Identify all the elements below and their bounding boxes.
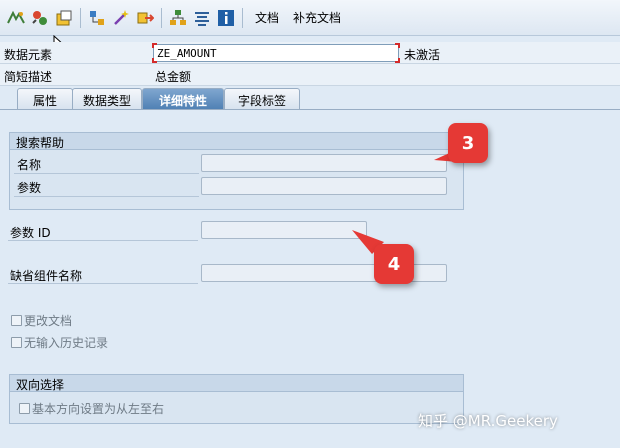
tab-label: 字段标签 xyxy=(237,94,286,108)
checkbox-box xyxy=(11,337,22,348)
toolbar-separator xyxy=(80,7,81,28)
watermark: 知乎 @MR.Geekery xyxy=(418,412,558,430)
data-element-row: 数据元素 ZE_AMOUNT 未激活 xyxy=(0,42,620,64)
no-input-history-label: 无输入历史记录 xyxy=(24,336,109,350)
tab-field-label[interactable]: 字段标签 xyxy=(224,88,300,110)
display-change-icon[interactable] xyxy=(30,8,50,28)
documentation-button[interactable]: 文档 xyxy=(255,9,279,26)
short-description-value: 总金额 xyxy=(155,70,192,84)
short-description-label: 简短描述 xyxy=(4,70,53,84)
tab-label: 属性 xyxy=(32,94,57,108)
toolbar-separator xyxy=(161,7,162,28)
tab-label: 数据类型 xyxy=(82,94,131,108)
no-input-history-checkbox[interactable]: 无输入历史记录 xyxy=(11,334,108,351)
application-toolbar: 文档 补充文档 xyxy=(0,0,620,36)
focus-corner xyxy=(395,43,400,48)
where-used-icon[interactable] xyxy=(87,8,107,28)
tab-label: 详细特性 xyxy=(158,94,207,108)
focus-corner xyxy=(152,58,157,63)
default-component-label: 缺省组件名称 xyxy=(10,269,83,283)
tab-attributes[interactable]: 属性 xyxy=(17,88,73,110)
activate-icon[interactable] xyxy=(54,8,74,28)
field-underline xyxy=(14,196,199,197)
tab-further-characteristics[interactable]: 详细特性 xyxy=(142,88,224,110)
bidirectional-title: 双向选择 xyxy=(10,375,463,392)
callout-badge-4: 4 xyxy=(374,244,414,284)
hierarchy-icon[interactable] xyxy=(168,8,188,28)
tab-content-panel: 搜索帮助 名称 参数 参数 ID 缺省组件名称 更改文档 无输入历史记录 双向选… xyxy=(0,109,620,448)
tab-data-type[interactable]: 数据类型 xyxy=(72,88,142,110)
callout-badge-3: 3 xyxy=(448,123,488,163)
info-icon[interactable] xyxy=(216,8,236,28)
search-help-name-label: 名称 xyxy=(17,158,42,172)
search-help-parameter-input[interactable] xyxy=(201,177,447,195)
data-element-value: ZE_AMOUNT xyxy=(157,47,217,60)
supplementary-documentation-button[interactable]: 补充文档 xyxy=(293,9,341,26)
short-description-row: 简短描述 总金额 xyxy=(0,64,620,86)
change-document-checkbox[interactable]: 更改文档 xyxy=(11,312,72,329)
checkbox-box xyxy=(19,403,30,414)
data-element-label: 数据元素 xyxy=(4,48,53,62)
magic-wand-icon[interactable] xyxy=(111,8,131,28)
search-help-name-input[interactable] xyxy=(201,154,447,172)
tab-strip: 属性 数据类型 详细特性 字段标签 xyxy=(0,88,620,110)
parameter-id-input[interactable] xyxy=(201,221,367,239)
checkbox-box xyxy=(11,315,22,326)
parameter-id-label: 参数 ID xyxy=(10,226,51,240)
toolbar-separator xyxy=(242,7,243,28)
focus-corner xyxy=(152,43,157,48)
field-underline xyxy=(8,283,198,284)
ltr-direction-checkbox[interactable]: 基本方向设置为从左至右 xyxy=(19,400,164,417)
ltr-direction-label: 基本方向设置为从左至右 xyxy=(32,402,165,416)
focus-corner xyxy=(395,58,400,63)
field-underline xyxy=(14,173,199,174)
change-document-label: 更改文档 xyxy=(24,314,73,328)
search-help-title: 搜索帮助 xyxy=(10,133,463,150)
activation-status: 未激活 xyxy=(404,48,441,62)
field-underline xyxy=(8,240,198,241)
other-object-icon[interactable] xyxy=(6,8,26,28)
navigate-icon[interactable] xyxy=(135,8,155,28)
search-help-parameter-label: 参数 xyxy=(17,181,42,195)
data-element-field[interactable]: ZE_AMOUNT xyxy=(152,43,400,63)
layout-icon[interactable] xyxy=(192,8,212,28)
